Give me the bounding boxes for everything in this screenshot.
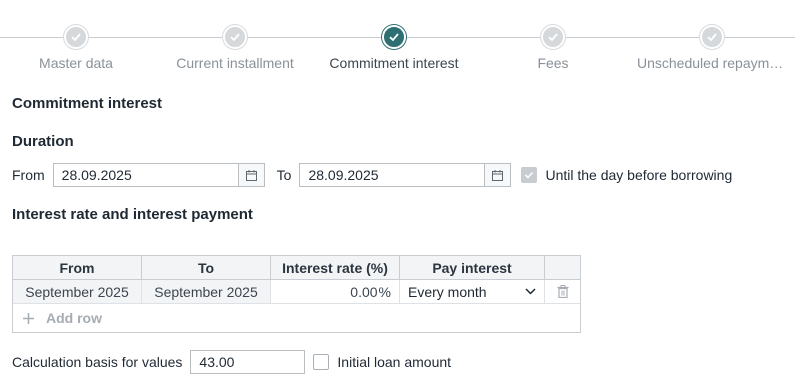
col-header-actions [545,256,580,279]
to-date-field[interactable] [299,163,512,187]
pay-interest-value: Every month [408,283,487,300]
calendar-icon[interactable] [484,164,511,186]
from-date-field[interactable] [52,163,265,187]
initial-loan-amount-label: Initial loan amount [337,354,452,370]
calc-basis-row: Calculation basis for values 43.00 Initi… [12,350,451,374]
add-row-label: Add row [46,310,102,326]
chevron-down-icon [525,288,536,295]
table-header-row: From To Interest rate (%) Pay interest [13,256,580,280]
col-header-from: From [13,256,142,279]
step-label: Current installment [176,55,294,71]
step-unscheduled-repayment[interactable]: Unscheduled repayme… [637,25,787,71]
to-label: To [276,167,292,183]
add-row-button[interactable]: Add row [13,304,580,332]
cell-from: September 2025 [13,280,142,303]
until-day-before-label: Until the day before borrowing [545,167,733,183]
check-icon [223,25,247,49]
interest-rate-value: 0.00 [350,283,378,300]
calc-basis-value: 43.00 [199,354,235,370]
until-day-before-checkbox[interactable] [521,167,538,183]
from-date-input[interactable] [53,164,238,186]
step-current-installment[interactable]: Current installment [155,25,315,71]
step-label: Fees [537,55,569,71]
pay-interest-select[interactable]: Every month [400,280,545,303]
check-icon [64,25,88,49]
step-label: Commitment interest [329,55,459,71]
step-master-data[interactable]: Master data [0,25,156,71]
check-icon [525,171,534,179]
delete-row-button[interactable] [545,280,580,303]
cell-to: September 2025 [142,280,271,303]
initial-loan-amount-checkbox[interactable] [313,354,330,370]
trash-icon [557,285,568,298]
table-row: September 2025 September 2025 0.00 % Eve… [13,280,580,304]
progress-stepper: Master data Current installment Commitme… [0,0,795,80]
check-icon [700,25,724,49]
calc-basis-label: Calculation basis for values [12,354,183,370]
calc-basis-input[interactable]: 43.00 [190,350,306,374]
col-header-interest-rate: Interest rate (%) [271,256,400,279]
interest-heading: Interest rate and interest payment [12,206,253,223]
interest-rate-input[interactable]: 0.00 % [271,280,400,303]
col-header-pay-interest: Pay interest [400,256,545,279]
to-date-input[interactable] [300,164,485,186]
check-icon [382,25,406,49]
duration-row: From To Until the day before borrowing [12,163,732,187]
duration-heading: Duration [12,133,74,150]
step-label: Unscheduled repayme… [637,55,787,71]
page-title: Commitment interest [12,95,163,112]
check-icon [541,25,565,49]
step-commitment-interest[interactable]: Commitment interest [314,25,474,71]
col-header-to: To [142,256,271,279]
calendar-icon[interactable] [237,164,264,186]
from-label: From [12,167,45,183]
plus-icon [23,312,34,324]
step-label: Master data [39,55,113,71]
interest-table: From To Interest rate (%) Pay interest S… [12,255,581,333]
step-fees[interactable]: Fees [473,25,633,71]
percent-unit: % [378,283,391,300]
